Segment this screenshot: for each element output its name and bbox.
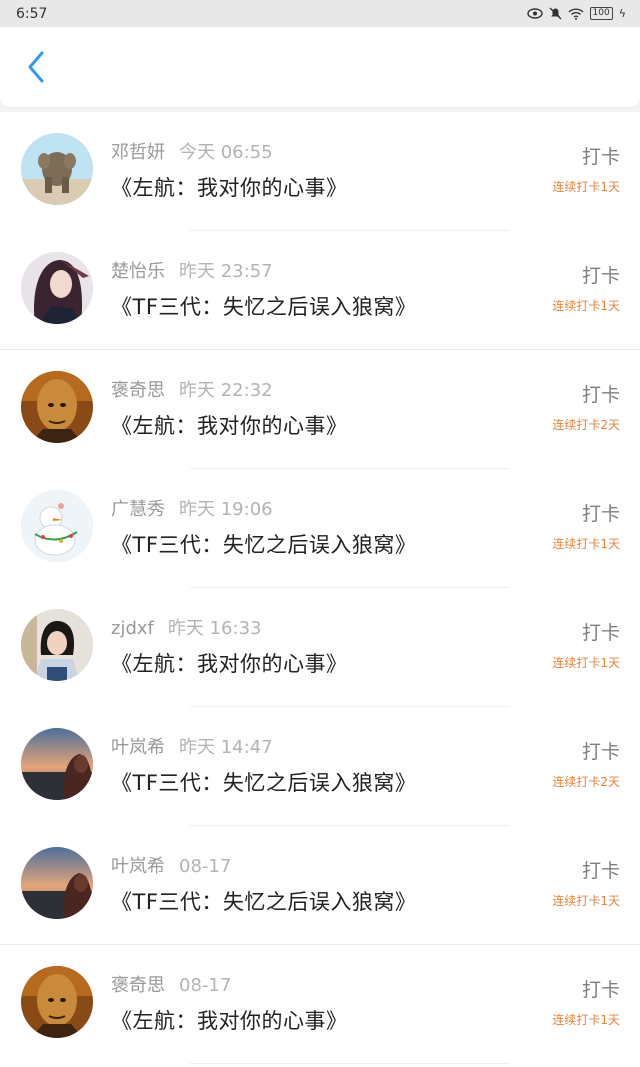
list-item[interactable]: zjdxf 昨天 16:33 《左航：我对你的心事》 打卡连续打卡1天 [0,588,640,707]
checkin-label: 打卡 [581,503,620,525]
status-bar: 6:57 100 ϟ [0,0,640,27]
book-title[interactable]: 《左航：我对你的心事》 [111,172,348,202]
record-time: 昨天 16:33 [167,618,262,639]
mute-icon [549,7,562,20]
chevron-left-icon [28,51,44,83]
streak-label: 连续打卡2天 [552,418,620,432]
list-item[interactable]: 邓哲妍 今天 06:55 《左航：我对你的心事》 打卡连续打卡1天 [0,112,640,231]
list-item[interactable]: 叶岚希 昨天 14:47 《TF三代：失忆之后误入狼窝》 打卡连续打卡2天 [0,707,640,826]
top-navigation-bar [0,27,640,107]
book-title[interactable]: 《TF三代：失忆之后误入狼窝》 [111,886,416,916]
user-name[interactable]: 褒奇思 [111,975,165,996]
book-title[interactable]: 《左航：我对你的心事》 [111,1005,348,1035]
checkin-label: 打卡 [581,979,620,1001]
book-title[interactable]: 《左航：我对你的心事》 [111,648,348,678]
checkin-record-list: 邓哲妍 今天 06:55 《左航：我对你的心事》 打卡 连续打卡1天 楚怡乐 昨天 23:5… [0,112,640,1067]
avatar[interactable] [21,252,93,324]
streak-label: 连续打卡1天 [552,299,620,313]
record-time: 昨天 23:57 [179,261,273,282]
user-name[interactable]: 楚怡乐 [111,261,165,282]
record-time: 昨天 19:06 [179,499,273,520]
record-time: 昨天 22:32 [179,380,273,401]
charging-icon: ϟ [618,7,626,20]
streak-label: 连续打卡1天 [552,180,620,194]
checkin-label: 打卡 [581,860,620,882]
wifi-icon [568,7,584,20]
checkin-label: 打卡 [581,146,620,168]
list-item[interactable]: 褒奇思 08-17 《左航：我对你的心事》 打卡连续打卡1天 [0,945,640,1064]
book-title[interactable]: 《左航：我对你的心事》 [111,410,348,440]
list-item[interactable]: 楚怡乐 昨天 23:57 《TF三代：失忆之后误入狼窝》 打卡连续打卡1天 [0,231,640,350]
back-button[interactable] [14,45,58,89]
divider [190,1063,510,1064]
avatar[interactable] [21,966,93,1038]
user-meta: 楚怡乐 昨天 23:57 [111,257,273,283]
list-item[interactable]: 褒奇思 昨天 22:32 《左航：我对你的心事》 打卡连续打卡2天 [0,350,640,469]
checkin-label: 打卡 [581,384,620,406]
user-meta: 褒奇思 昨天 22:32 [111,376,273,402]
user-name[interactable]: zjdxf [111,618,154,639]
checkin-label: 打卡 [581,265,620,287]
list-item[interactable]: 叶岚希 08-17 《TF三代：失忆之后误入狼窝》 打卡连续打卡1天 [0,826,640,945]
user-name[interactable]: 叶岚希 [111,737,165,758]
record-time: 08-17 [179,856,232,877]
battery-icon: 100 [589,7,613,20]
streak-label: 连续打卡2天 [552,775,620,789]
user-name[interactable]: 褒奇思 [111,380,165,401]
checkin-label: 打卡 [581,622,620,644]
avatar[interactable] [21,490,93,562]
list-item[interactable]: 广慧秀 昨天 19:06 《TF三代：失忆之后误入狼窝》 打卡连续打卡1天 [0,469,640,588]
streak-label: 连续打卡1天 [552,537,620,551]
user-meta: 褒奇思 08-17 [111,971,231,997]
status-icons: 100 ϟ [526,7,626,20]
eye-icon [526,8,543,19]
record-time: 今天 06:55 [179,142,273,163]
user-meta: 广慧秀 昨天 19:06 [111,495,273,521]
checkin-label: 打卡 [581,741,620,763]
record-time: 08-17 [179,975,232,996]
user-meta: 邓哲妍 今天 06:55 [111,138,273,164]
avatar[interactable] [21,371,93,443]
user-meta: 叶岚希 昨天 14:47 [111,733,273,759]
streak-label: 连续打卡1天 [552,894,620,908]
avatar[interactable] [21,847,93,919]
user-name[interactable]: 邓哲妍 [111,142,165,163]
record-time: 昨天 14:47 [179,737,273,758]
avatar[interactable] [21,609,93,681]
book-title[interactable]: 《TF三代：失忆之后误入狼窝》 [111,767,416,797]
streak-label: 连续打卡1天 [552,1013,620,1027]
user-name[interactable]: 广慧秀 [111,499,165,520]
status-time: 6:57 [16,5,48,22]
user-meta: 叶岚希 08-17 [111,852,231,878]
user-meta: zjdxf 昨天 16:33 [111,614,261,640]
avatar[interactable] [21,728,93,800]
book-title[interactable]: 《TF三代：失忆之后误入狼窝》 [111,529,416,559]
user-name[interactable]: 叶岚希 [111,856,165,877]
avatar[interactable] [21,133,93,205]
book-title[interactable]: 《TF三代：失忆之后误入狼窝》 [111,291,416,321]
streak-label: 连续打卡1天 [552,656,620,670]
